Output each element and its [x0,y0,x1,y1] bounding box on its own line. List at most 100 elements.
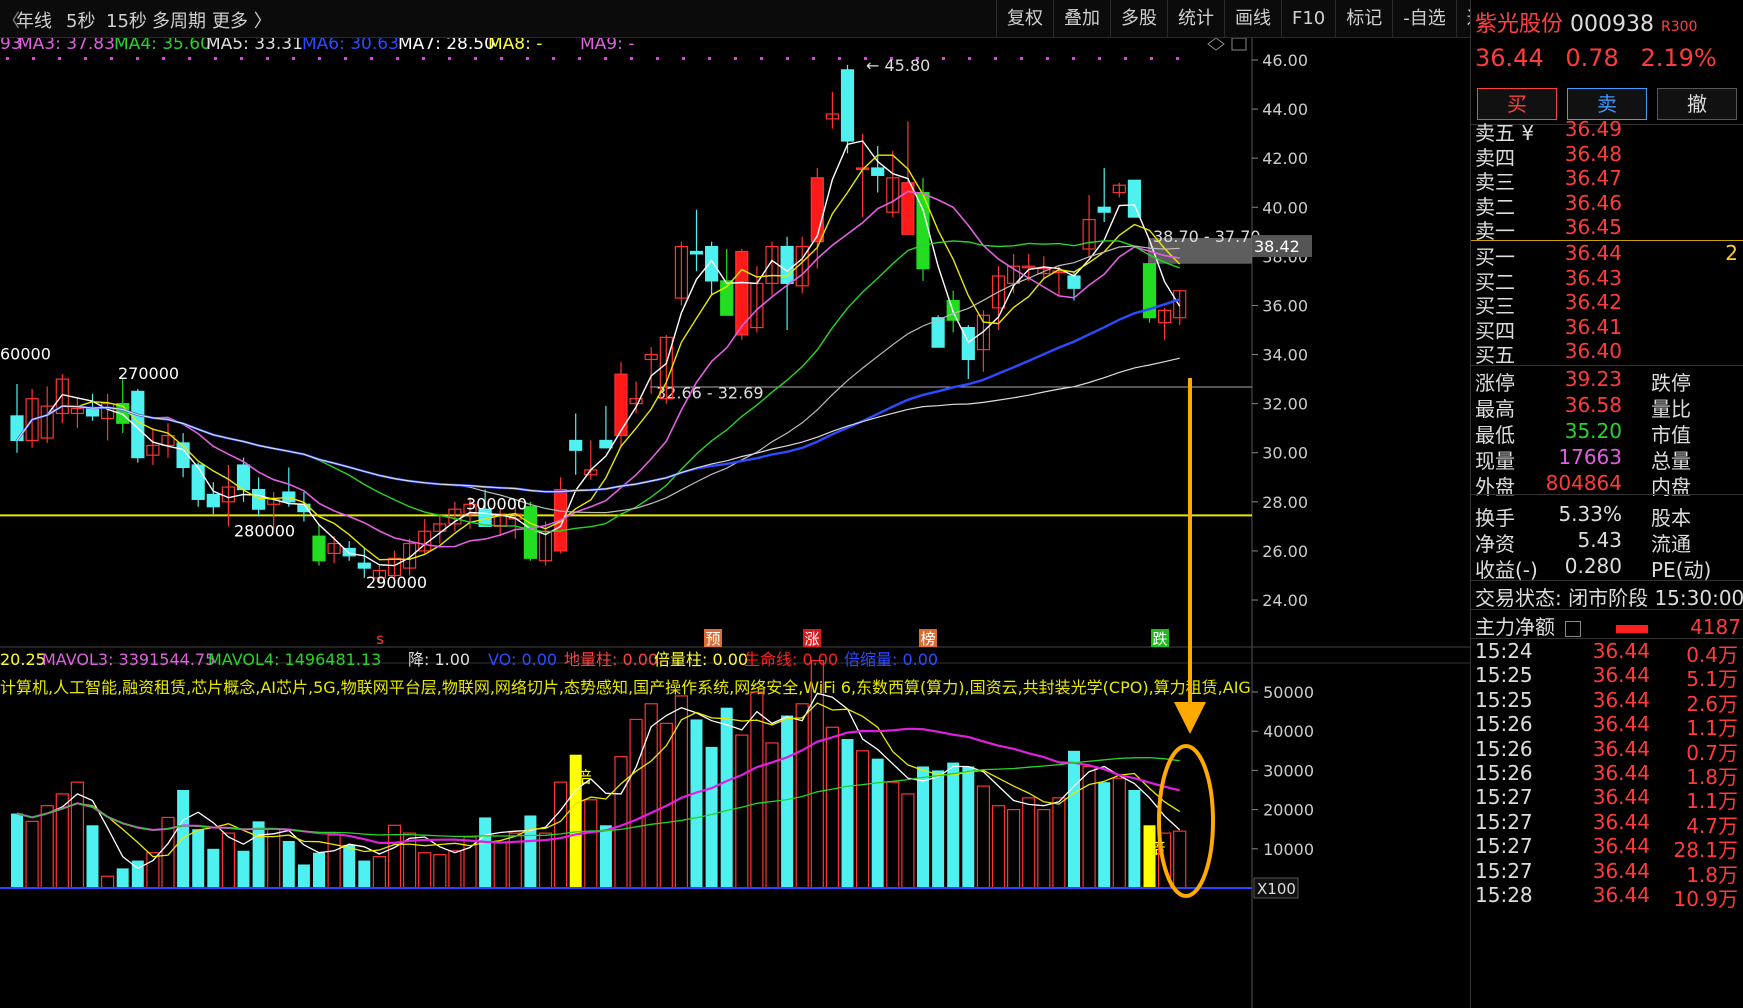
tick-row: 15:25 36.44 2.6万 [1471,687,1743,716]
volume-bar [1112,777,1126,889]
chart-area[interactable]: 93 MA3: 37.83 MA4: 35.60 MA5: 33.31 MA6: 30.… [0,38,1470,1008]
annotation-arrowhead [1174,702,1206,734]
y-tick-label: 30000 [1263,761,1314,780]
tool-stats[interactable]: 统计 [1167,0,1224,37]
row-value: 17663 [1558,445,1622,469]
candle [1097,206,1111,213]
stat-label-2: PE(动) [1651,558,1712,582]
tick-time: 15:27 [1475,834,1533,859]
stat-row: 最高 36.58 量比 [1471,393,1743,421]
tab-multi-period[interactable]: 多周期 [152,7,206,33]
ask-row-5: 卖五 ¥36.49 [1471,117,1743,145]
dot-marker [188,57,191,60]
volume-bar [479,817,492,888]
kline-chart[interactable]: 93MA3: 37.83 MA4: 35.60MA5: 33.31 MA6: 30.… [0,38,1470,1008]
volume-bar [674,695,689,889]
tick-row: 15:26 36.44 1.8万 [1471,761,1743,789]
volume-bar [313,852,325,888]
row-value: 36.49 [1564,117,1622,141]
volume-bar [327,834,341,889]
tab-5s[interactable]: 5秒 [66,7,95,33]
row-label: 最高 [1475,397,1515,421]
tool-overlay[interactable]: 叠加 [1053,0,1110,37]
tool-draw[interactable]: 画线 [1224,0,1281,37]
dot-marker [1072,57,1075,60]
vol-label: 300000 [466,494,527,513]
volume-bar [343,844,356,888]
volume-bar [962,766,975,888]
row-label: 收益(-) [1475,558,1538,582]
tab-year[interactable]: 年线 [16,7,52,33]
candle [1067,275,1081,289]
candle [614,373,628,437]
dot-marker [786,57,789,60]
candle [871,167,885,176]
main-flow-label: 主力净额 [1475,615,1555,639]
dot-marker [604,57,607,60]
stat-label-2: 总量 [1651,449,1691,473]
sell-button[interactable]: 卖 [1567,88,1647,120]
volume-bar [1037,808,1051,889]
row-value: 39.23 [1564,367,1622,391]
tick-price: 36.44 [1592,639,1650,663]
volume-bar [886,781,900,889]
stat-label-2: 股本 [1651,506,1691,530]
main-flow: 主力净额 4187 [1475,611,1741,640]
stock-title: 紫光股份 000938 R300 [1475,6,1697,38]
stat-row: 涨停 39.23 跌停 [1471,367,1743,395]
volume-bar [1173,830,1187,889]
volume-bar [418,852,432,889]
volume-bar [40,805,54,889]
volume-bar [100,875,115,889]
volume-bar [146,852,160,889]
dot-marker [162,57,165,60]
volume-bar [871,758,884,888]
volume-bar [11,813,23,888]
tick-row: 15:27 36.44 1.8万 [1471,858,1743,887]
dot-marker [240,57,243,60]
volume-bar [1128,790,1141,888]
cancel-button[interactable]: 撤 [1657,88,1737,120]
tick-price: 36.44 [1592,687,1650,712]
y-tick-label: 44.00 [1262,100,1308,119]
tool-f10[interactable]: F10 [1281,0,1335,37]
volume-bar [825,726,840,889]
tick-price: 36.44 [1592,858,1650,883]
dot-marker [292,57,295,60]
bid-row-4: 买四 36.41 [1471,315,1743,343]
volume-bar [735,734,749,889]
y-tick-label: 50000 [1263,683,1314,702]
y-tick-label: 40.00 [1262,198,1308,217]
tool-multi-stock[interactable]: 多股 [1110,0,1167,37]
menu-icon[interactable] [1565,620,1582,637]
y-tick-label: 36.00 [1262,296,1308,315]
tick-row: 15:27 36.44 4.7万 [1471,810,1743,838]
y-tick-label: 24.00 [1262,591,1308,610]
y-tick-label: 20000 [1263,801,1314,820]
volume-bar [221,832,235,889]
volume-ma-3 [16,692,1181,870]
row-value: 804864 [1545,471,1622,495]
stat-label-2: 内盘 [1651,475,1691,499]
dot-marker [1046,57,1049,60]
tab-15s[interactable]: 15秒 [106,7,147,33]
row-value: 5.33% [1558,502,1622,526]
price-panel [0,38,1252,643]
volume-bar [947,762,960,888]
buy-button[interactable]: 买 [1477,88,1557,120]
ma-legend-3: MA5: 33.31 [206,38,303,54]
tool-mark[interactable]: 标记 [1335,0,1392,37]
tool-fuquan[interactable]: 复权 [996,0,1053,37]
tab-more[interactable]: 更多 〉 [212,7,272,33]
volume-bar [1022,797,1036,889]
dot-marker [110,57,113,60]
dot-marker [812,57,815,60]
volume-bar [1006,808,1021,889]
tick-price: 36.44 [1592,785,1650,810]
dot-marker [630,57,633,60]
candle [357,562,371,569]
volume-bar [1052,797,1066,889]
y-tick-label: 32.00 [1262,395,1308,414]
tool-watchlist[interactable]: -自选 [1392,0,1456,37]
dot-marker [344,57,347,60]
